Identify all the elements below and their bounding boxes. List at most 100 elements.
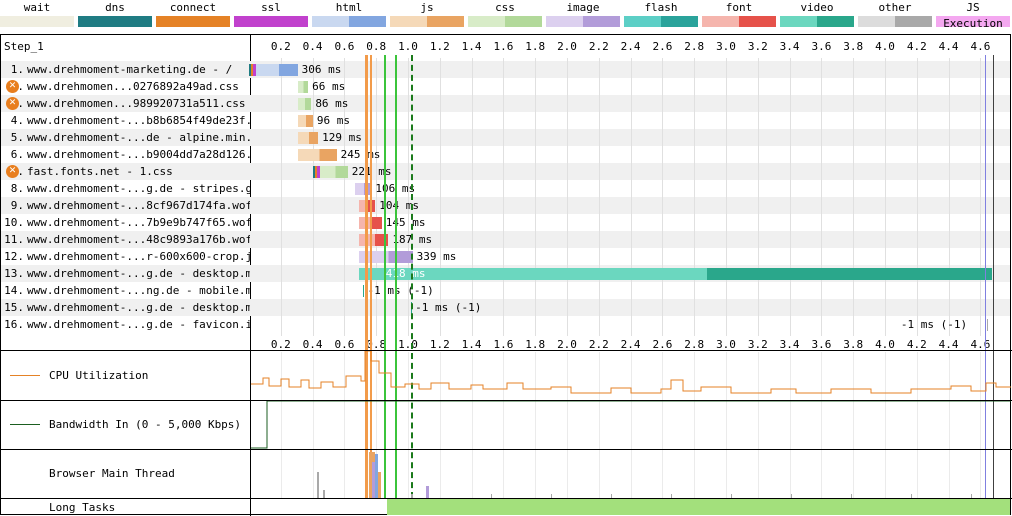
gridline [567, 58, 568, 336]
request-url: www.drehmoment-...g.de - stripes.gif [27, 182, 250, 195]
request-label[interactable]: 6. www.drehmoment-...b9004dd7a28d126.js [0, 146, 250, 163]
legend-swatch [0, 16, 74, 27]
gridline [885, 58, 886, 336]
gridline [598, 58, 600, 336]
request-duration: 129 ms [322, 131, 362, 144]
legend-label: js [420, 1, 434, 14]
legend-swatch [390, 16, 464, 27]
legend-swatch [546, 16, 620, 27]
request-url: www.drehmoment-...b8b6854f49de23f.js [27, 114, 250, 127]
request-number: 12. [4, 250, 24, 263]
gridline [694, 58, 696, 336]
request-url: www.drehmoment-...ng.de - mobile.mp4 [27, 284, 250, 297]
gridline [280, 58, 282, 336]
legend-label: html [335, 1, 363, 14]
request-url: www.drehmoment-...g.de - desktop.mp4 [27, 301, 250, 314]
request-bar[interactable] [255, 64, 298, 76]
gridline [726, 58, 727, 336]
request-bar[interactable] [358, 268, 992, 280]
legend-swatch [312, 16, 386, 27]
legend-label: connect [169, 1, 217, 14]
legend-item-font: font [702, 0, 776, 32]
main-thread-graph [317, 452, 972, 498]
request-label[interactable]: 8. www.drehmoment-...g.de - stripes.gif [0, 180, 250, 197]
request-label[interactable]: 3.www.drehmomen...989920731a511.css [0, 95, 250, 112]
request-bar[interactable] [297, 149, 337, 161]
request-number: 9. [10, 199, 24, 212]
request-label[interactable]: 5. www.drehmoment-...de - alpine.min.js [0, 129, 250, 146]
request-number: 11. [4, 233, 24, 246]
gridline [916, 58, 918, 336]
request-bar[interactable] [319, 166, 348, 178]
request-label[interactable]: 7.fast.fonts.net - 1.css [0, 163, 250, 180]
legend-label: JS Execution [943, 1, 1003, 30]
legend-swatch [624, 16, 698, 27]
gridline [789, 58, 791, 336]
request-label[interactable]: 10. www.drehmoment-...7b9e9b747f65.woff2 [0, 214, 250, 231]
request-duration: -1 ms (-1) [415, 301, 482, 314]
request-label[interactable]: 11. www.drehmoment-...48c9893a176b.woff2 [0, 231, 250, 248]
gridline [630, 58, 632, 336]
legend-label: flash [644, 1, 678, 14]
request-duration: 339 ms [416, 250, 457, 263]
legend-label: other [878, 1, 912, 14]
request-label[interactable]: 2.www.drehmomen...0276892a49ad.css [0, 78, 250, 95]
legend-label: video [800, 1, 834, 14]
tick-label: 4.6 [970, 40, 991, 53]
request-label[interactable]: 15. www.drehmoment-...g.de - desktop.mp4 [0, 299, 250, 316]
request-label[interactable]: 4. www.drehmoment-...b8b6854f49de23f.js [0, 112, 250, 129]
legend-item-css: css [468, 0, 542, 32]
request-label[interactable]: 16. www.drehmoment-...g.de - favicon.ico [0, 316, 250, 333]
cpu-utilization-label: CPU Utilization [49, 369, 149, 382]
request-bar[interactable] [297, 115, 313, 127]
gridline [439, 58, 441, 336]
request-number: 6. [10, 148, 24, 161]
request-bar[interactable] [297, 98, 312, 110]
request-url: www.drehmoment-...b9004dd7a28d126.js [27, 148, 250, 161]
legend-item-connect: connect [156, 0, 230, 32]
legend-swatch [78, 16, 152, 27]
request-number: 16. [4, 318, 24, 331]
request-duration: 145 ms [385, 216, 426, 229]
cpu-line [251, 351, 1011, 394]
warning-icon: ✕ [6, 165, 19, 178]
gridline [312, 58, 314, 336]
request-duration: 306 ms [301, 63, 342, 76]
request-bar[interactable] [297, 81, 309, 93]
request-label[interactable]: 13. www.drehmoment-...g.de - desktop.mp4 [0, 265, 250, 282]
request-label[interactable]: 9. www.drehmoment-...8cf967d174fa.woff2 [0, 197, 250, 214]
legend-item-image: image [546, 0, 620, 32]
gridline [821, 58, 823, 336]
bandwidth-graph [251, 401, 1011, 449]
gridline [503, 58, 505, 336]
request-bar[interactable] [986, 319, 988, 331]
request-number: 8. [10, 182, 24, 195]
legend-item-dns: dns [78, 0, 152, 32]
bandwidth-legend-line [10, 424, 40, 425]
request-number: 1. [10, 63, 24, 76]
request-duration: 245 ms [340, 148, 381, 161]
request-bar[interactable] [297, 132, 319, 144]
request-label[interactable]: 14. www.drehmoment-...ng.de - mobile.mp4 [0, 282, 250, 299]
legend-label: dns [105, 1, 125, 14]
legend-item-html: html [312, 0, 386, 32]
legend-label: ssl [261, 1, 281, 14]
request-label[interactable]: 12. www.drehmoment-...r-600x600-crop.jpg [0, 248, 250, 265]
request-duration: 86 ms [315, 97, 349, 110]
long-tasks-label: Long Tasks [49, 501, 116, 514]
main-thread-label: Browser Main Thread [49, 467, 175, 480]
request-url: www.drehmoment-marketing.de - / [27, 63, 233, 76]
legend-swatch [156, 16, 230, 27]
legend-item-wait: wait [0, 0, 74, 32]
request-number: 15. [4, 301, 24, 314]
legend-label: css [495, 1, 515, 14]
legend-item-flash: flash [624, 0, 698, 32]
cpu-legend-line [10, 375, 40, 376]
request-duration: 418 ms [385, 267, 426, 280]
legend-label: font [725, 1, 753, 14]
gridline [853, 58, 855, 336]
request-label[interactable]: 1. www.drehmoment-marketing.de - / [0, 61, 250, 78]
request-url: www.drehmoment-...7b9e9b747f65.woff2 [27, 216, 250, 229]
warning-icon: ✕ [6, 97, 19, 110]
request-duration: 96 ms [316, 114, 351, 127]
